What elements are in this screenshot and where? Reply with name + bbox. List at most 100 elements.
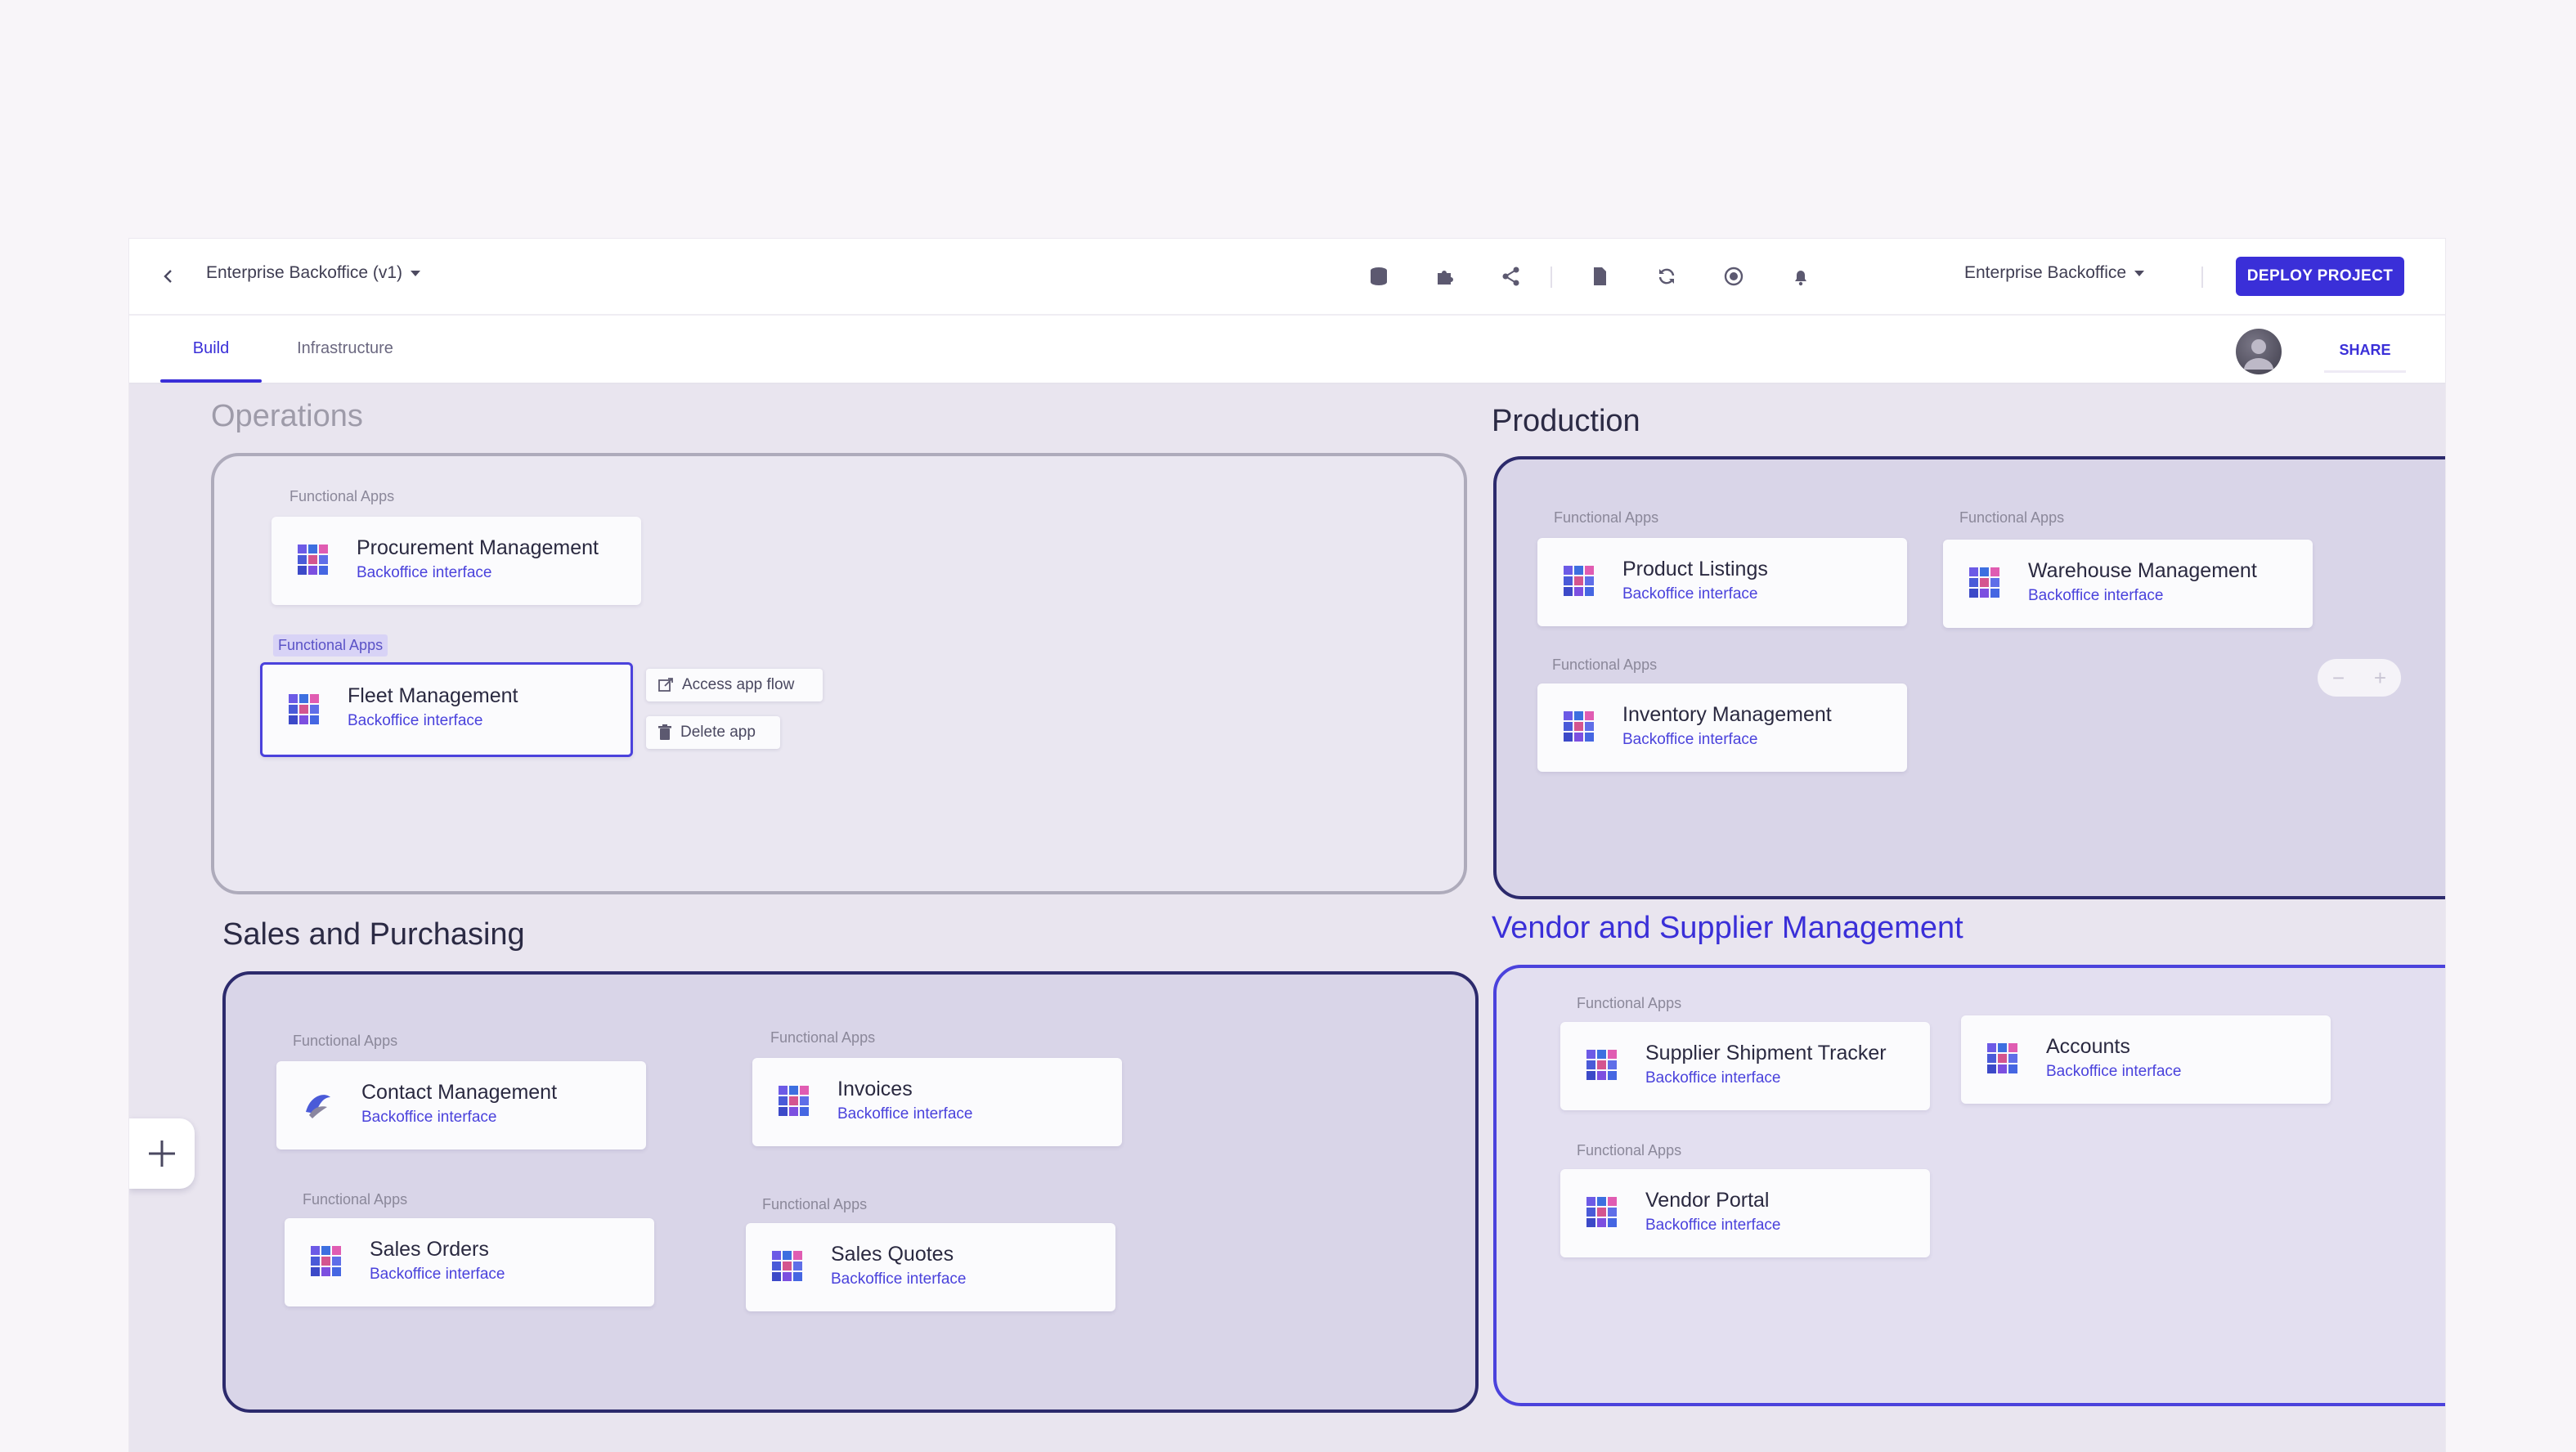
zoom-in-button[interactable]: + <box>2374 666 2386 691</box>
app-subtitle: Backoffice interface <box>1645 1069 1781 1087</box>
app-card-warehouse-management[interactable]: Warehouse Management Backoffice interfac… <box>1943 540 2313 628</box>
group-title-operations: Operations <box>211 399 363 433</box>
functional-apps-label: Functional Apps <box>1959 509 2065 526</box>
app-name: Accounts <box>2046 1035 2130 1058</box>
tab-infrastructure[interactable]: Infrastructure <box>288 316 402 381</box>
app-name: Invoices <box>837 1078 913 1100</box>
app-card-inventory-management[interactable]: Inventory Management Backoffice interfac… <box>1537 683 1907 772</box>
app-subtitle: Backoffice interface <box>348 712 483 729</box>
record-icon[interactable] <box>1717 260 1750 293</box>
app-grid-icon <box>1585 1048 1619 1082</box>
app-name: Supplier Shipment Tracker <box>1645 1042 1887 1064</box>
toolbar-divider <box>1551 267 1552 288</box>
deploy-project-button[interactable]: DEPLOY PROJECT <box>2236 257 2404 296</box>
app-grid-icon <box>1986 1042 2020 1076</box>
app-grid-icon <box>1585 1195 1619 1230</box>
zoom-out-button[interactable]: − <box>2332 666 2345 691</box>
toolbar-divider <box>2201 267 2203 288</box>
app-name: Fleet Management <box>348 684 518 707</box>
app-card-sales-orders[interactable]: Sales Orders Backoffice interface <box>285 1218 654 1306</box>
app-subtitle: Backoffice interface <box>361 1109 497 1126</box>
functional-apps-label: Functional Apps <box>1554 509 1659 526</box>
app-subtitle: Backoffice interface <box>2046 1063 2182 1080</box>
app-card-fleet-management[interactable]: Fleet Management Backoffice interface <box>260 662 633 757</box>
group-title-vendor-and-supplier-management: Vendor and Supplier Management <box>1492 911 1963 945</box>
access-app-flow-label: Access app flow <box>682 676 795 693</box>
environment-selector[interactable]: Enterprise Backoffice <box>1964 263 2145 283</box>
app-name: Warehouse Management <box>2028 559 2257 582</box>
canvas[interactable]: Operations Functional Apps Procurement M… <box>129 384 2445 1452</box>
share-nodes-icon[interactable] <box>1495 260 1528 293</box>
app-name: Vendor Portal <box>1645 1189 1770 1212</box>
edit-external-icon <box>658 678 673 692</box>
app-grid-icon <box>1968 566 2002 600</box>
app-card-procurement-management[interactable]: Procurement Management Backoffice interf… <box>272 517 641 605</box>
contact-app-icon <box>306 1095 330 1118</box>
database-icon[interactable] <box>1362 260 1395 293</box>
trash-icon <box>658 724 671 740</box>
app-card-invoices[interactable]: Invoices Backoffice interface <box>752 1058 1122 1146</box>
project-title: Enterprise Backoffice (v1) <box>206 263 403 282</box>
functional-apps-label: Functional Apps <box>762 1196 868 1212</box>
app-subtitle: Backoffice interface <box>1645 1217 1781 1234</box>
app-name: Procurement Management <box>357 536 599 559</box>
app-grid-icon <box>770 1249 805 1284</box>
functional-apps-label: Functional Apps <box>770 1029 876 1046</box>
app-grid-icon <box>1562 710 1596 744</box>
group-title-production: Production <box>1492 404 1640 438</box>
document-icon[interactable] <box>1583 260 1616 293</box>
functional-apps-label: Functional Apps <box>293 1033 398 1049</box>
app-card-vendor-portal[interactable]: Vendor Portal Backoffice interface <box>1560 1169 1930 1257</box>
environment-label: Enterprise Backoffice <box>1964 263 2127 282</box>
tab-bar: Build Infrastructure SHARE <box>129 316 2445 384</box>
app-card-product-listings[interactable]: Product Listings Backoffice interface <box>1537 538 1907 626</box>
app-grid-icon <box>1562 564 1596 598</box>
app-grid-icon <box>777 1084 811 1118</box>
functional-apps-label: Functional Apps <box>289 488 395 504</box>
app-card-sales-quotes[interactable]: Sales Quotes Backoffice interface <box>746 1223 1115 1311</box>
app-name: Sales Orders <box>370 1238 489 1261</box>
extension-icon[interactable] <box>1428 260 1461 293</box>
app-grid-icon <box>309 1244 343 1279</box>
chevron-down-icon <box>411 270 421 276</box>
app-subtitle: Backoffice interface <box>831 1270 967 1288</box>
app-name: Sales Quotes <box>831 1243 954 1266</box>
app-subtitle: Backoffice interface <box>2028 587 2164 604</box>
app-window: Enterprise Backoffice (v1) Enterprise Ba… <box>129 239 2445 1452</box>
group-title-sales-and-purchasing: Sales and Purchasing <box>222 917 525 952</box>
access-app-flow-button[interactable]: Access app flow <box>646 669 823 701</box>
app-name: Product Listings <box>1622 558 1768 580</box>
plus-icon <box>149 1141 175 1167</box>
delete-app-label: Delete app <box>680 724 756 741</box>
app-subtitle: Backoffice interface <box>1622 731 1758 748</box>
avatar[interactable] <box>2236 329 2282 374</box>
functional-apps-label: Functional Apps <box>303 1191 408 1208</box>
app-grid-icon <box>296 543 330 577</box>
app-subtitle: Backoffice interface <box>1622 585 1758 603</box>
project-selector[interactable]: Enterprise Backoffice (v1) <box>206 263 421 283</box>
functional-apps-label: Functional Apps <box>1552 657 1658 673</box>
chevron-down-icon <box>2134 270 2145 276</box>
bell-icon[interactable] <box>1784 260 1817 293</box>
sync-icon[interactable] <box>1650 260 1683 293</box>
add-group-button[interactable] <box>129 1118 195 1189</box>
app-subtitle: Backoffice interface <box>370 1266 505 1283</box>
app-card-contact-management[interactable]: Contact Management Backoffice interface <box>276 1061 646 1150</box>
functional-apps-label: Functional Apps <box>1577 995 1682 1011</box>
functional-apps-label: Functional Apps <box>1577 1142 1682 1158</box>
user-avatar-icon <box>2244 339 2273 370</box>
back-button[interactable] <box>154 262 183 291</box>
app-card-supplier-shipment-tracker[interactable]: Supplier Shipment Tracker Backoffice int… <box>1560 1022 1930 1110</box>
top-bar: Enterprise Backoffice (v1) Enterprise Ba… <box>129 239 2445 316</box>
app-subtitle: Backoffice interface <box>837 1105 973 1123</box>
app-grid-icon <box>287 692 321 727</box>
chevron-left-icon <box>164 270 172 283</box>
delete-app-button[interactable]: Delete app <box>646 716 780 749</box>
functional-apps-label: Functional Apps <box>273 634 388 657</box>
tab-build[interactable]: Build <box>160 316 262 383</box>
app-name: Inventory Management <box>1622 703 1832 726</box>
zoom-control: − + <box>2318 659 2401 697</box>
app-card-accounts[interactable]: Accounts Backoffice interface <box>1961 1015 2331 1104</box>
app-subtitle: Backoffice interface <box>357 564 492 581</box>
share-button[interactable]: SHARE <box>2324 330 2406 373</box>
